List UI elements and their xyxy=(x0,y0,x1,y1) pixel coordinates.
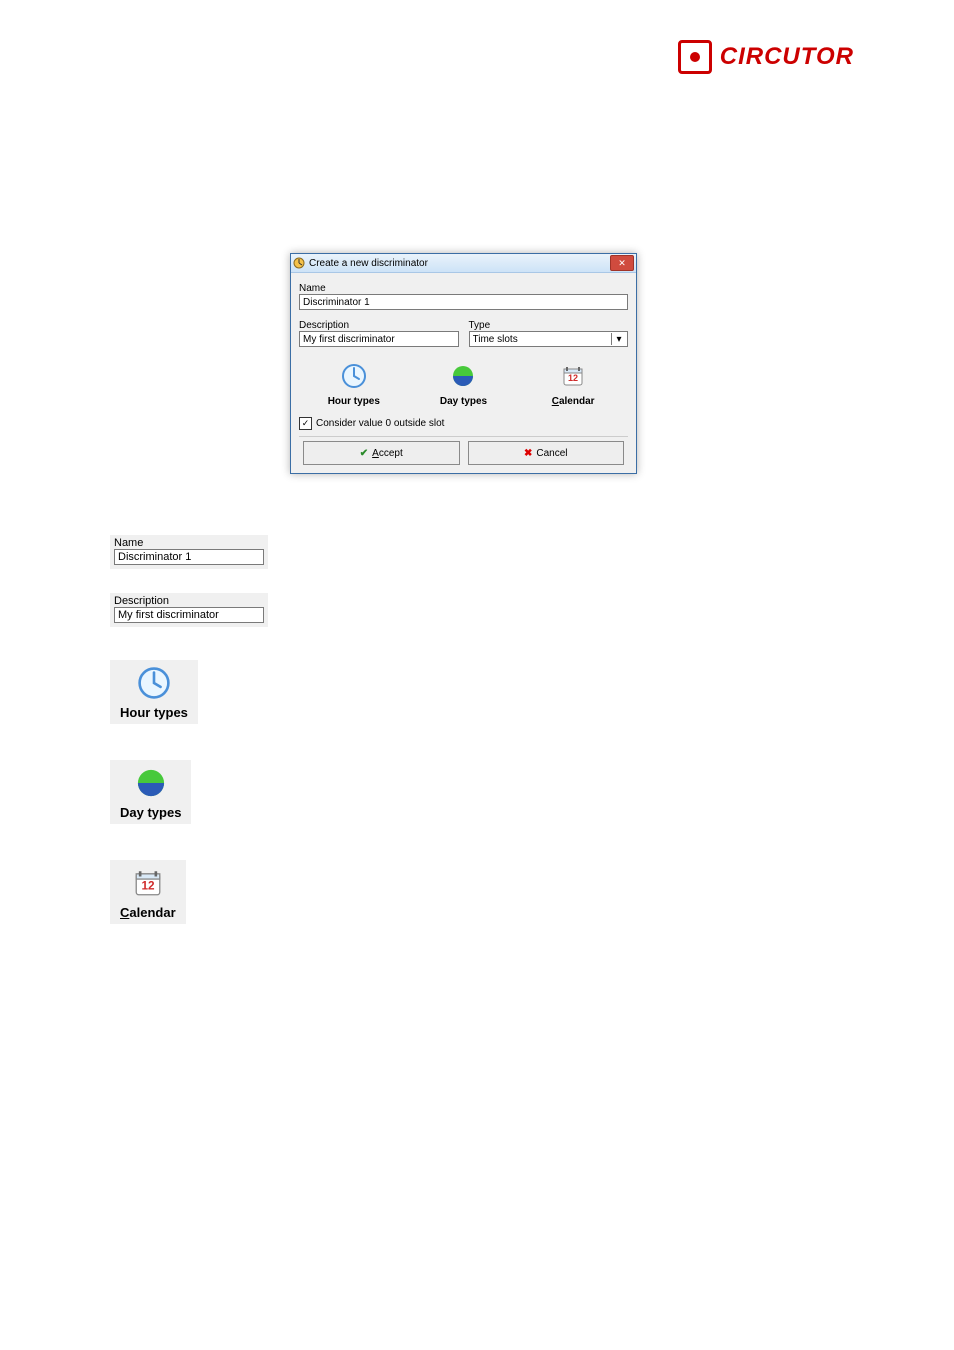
check-icon: ✔ xyxy=(360,448,368,459)
calendar-tile-label: Calendar xyxy=(120,905,176,920)
calendar-icon: 12 xyxy=(131,866,165,903)
dropdown-arrow-icon[interactable]: ▾ xyxy=(611,333,626,345)
name-input[interactable] xyxy=(299,294,628,310)
cancel-icon: ✖ xyxy=(524,448,532,459)
day-types-tile-label: Day types xyxy=(120,805,181,820)
dialog-body: Name Description Type ▾ xyxy=(291,273,636,473)
consider-zero-label: Consider value 0 outside slot xyxy=(316,418,444,429)
consider-zero-checkbox[interactable]: ✓ xyxy=(299,417,312,430)
cancel-button[interactable]: ✖ Cancel xyxy=(468,441,625,465)
dialog-titlebar: Create a new discriminator ✕ xyxy=(291,254,636,273)
consider-zero-row: ✓ Consider value 0 outside slot xyxy=(299,417,628,430)
dialog-button-row: ✔ Accept ✖ Cancel xyxy=(299,436,628,469)
snippet-name-value: Discriminator 1 xyxy=(114,549,264,565)
clock-icon xyxy=(341,363,367,392)
brand-logo: CIRCUTOR xyxy=(678,40,854,74)
hour-types-button[interactable]: Hour types xyxy=(314,363,394,407)
create-discriminator-dialog: Create a new discriminator ✕ Name Descri… xyxy=(290,253,637,474)
brand-name: CIRCUTOR xyxy=(720,43,854,71)
description-input[interactable] xyxy=(299,331,459,347)
snippet-description-label: Description xyxy=(114,595,264,607)
day-types-label: Day types xyxy=(423,396,503,407)
hour-types-tile: Hour types xyxy=(110,660,198,724)
calendar-label: Calendar xyxy=(533,396,613,407)
type-select[interactable] xyxy=(469,331,629,347)
svg-text:12: 12 xyxy=(568,373,578,383)
day-types-button[interactable]: Day types xyxy=(423,363,503,407)
snippet-description-value: My first discriminator xyxy=(114,607,264,623)
description-snippet: Description My first discriminator xyxy=(110,593,268,627)
dialog-icon-row: Hour types Day types 12 xyxy=(299,363,628,407)
hour-types-label: Hour types xyxy=(314,396,394,407)
hour-types-tile-label: Hour types xyxy=(120,705,188,720)
name-label: Name xyxy=(299,283,628,294)
cancel-label: Cancel xyxy=(536,448,567,459)
dialog-title: Create a new discriminator xyxy=(309,258,606,269)
day-icon xyxy=(450,363,476,392)
name-snippet: Name Discriminator 1 xyxy=(110,535,268,569)
day-icon xyxy=(134,766,168,803)
clock-icon xyxy=(137,666,171,703)
description-label: Description xyxy=(299,320,459,331)
calendar-icon: 12 xyxy=(560,363,586,392)
calendar-tile: 12 Calendar xyxy=(110,860,186,924)
day-types-tile: Day types xyxy=(110,760,191,824)
type-label: Type xyxy=(469,320,629,331)
calendar-button[interactable]: 12 Calendar xyxy=(533,363,613,407)
svg-text:12: 12 xyxy=(141,880,155,893)
accept-button[interactable]: ✔ Accept xyxy=(303,441,460,465)
brand-mark-icon xyxy=(678,40,712,74)
snippet-name-label: Name xyxy=(114,537,264,549)
close-button[interactable]: ✕ xyxy=(610,255,634,271)
dialog-title-icon xyxy=(293,257,305,269)
accept-label: Accept xyxy=(372,448,403,459)
